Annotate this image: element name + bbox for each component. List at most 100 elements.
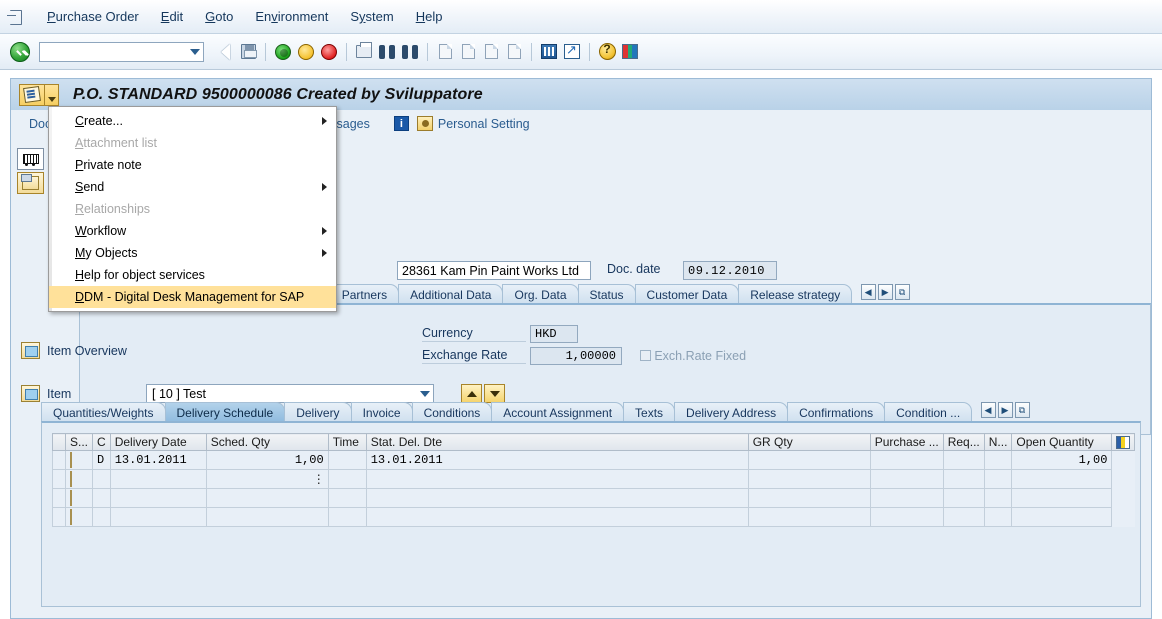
tab-delivery-schedule[interactable]: Delivery Schedule <box>164 402 286 422</box>
table-row[interactable]: D 13.01.2011 1,00 13.01.2011 1,00 <box>52 450 1135 470</box>
currency-field[interactable]: HKD <box>530 325 578 343</box>
cell-delivery-date[interactable]: 13.01.2011 <box>109 450 207 470</box>
next-item-button[interactable] <box>484 384 505 403</box>
item-detail-icon[interactable] <box>21 385 40 402</box>
exchange-rate-field[interactable]: 1,00000 <box>530 347 622 365</box>
cell-time[interactable] <box>327 469 367 489</box>
cell-gr-qty[interactable] <box>747 488 871 508</box>
tab-delivery-address[interactable]: Delivery Address <box>674 402 789 422</box>
help-icon[interactable] <box>596 41 618 63</box>
context-menu-item-create[interactable]: Create... <box>49 110 336 132</box>
row-status-flag[interactable] <box>64 507 94 527</box>
cell-purchase[interactable] <box>869 469 944 489</box>
generic-object-services-icon[interactable] <box>19 83 45 106</box>
next-page-icon[interactable] <box>480 41 502 63</box>
item-tab-scroll-left-icon[interactable]: ◀ <box>980 402 996 418</box>
tab-list-icon[interactable]: ⧉ <box>894 284 910 300</box>
cancel-icon[interactable] <box>295 41 317 63</box>
item-tab-scroll-right-icon[interactable]: ▶ <box>997 402 1013 418</box>
tab-release-strategy[interactable]: Release strategy <box>738 284 853 304</box>
tab-confirmations[interactable]: Confirmations <box>787 402 886 422</box>
cell-sched-qty[interactable] <box>205 488 329 508</box>
context-menu-item-workflow[interactable]: Workflow <box>49 220 336 242</box>
tab-scroll-left-icon[interactable]: ◀ <box>860 284 876 300</box>
print-icon[interactable] <box>353 41 375 63</box>
cell-c[interactable] <box>92 469 111 489</box>
context-menu-item-private-note[interactable]: Private note <box>49 154 336 176</box>
previous-item-button[interactable] <box>461 384 482 403</box>
cell-stat-del-dte[interactable] <box>365 488 749 508</box>
tab-additional-data[interactable]: Additional Data <box>398 284 504 304</box>
col-stat-del-dte[interactable]: Stat. Del. Dte <box>365 433 749 451</box>
cell-sched-qty[interactable]: 1,00 <box>205 450 329 470</box>
cell-req[interactable] <box>942 507 985 527</box>
tab-delivery[interactable]: Delivery <box>284 402 352 422</box>
purchase-order-cart-icon[interactable] <box>17 148 44 170</box>
personal-setting-button[interactable]: Personal Setting <box>438 117 530 131</box>
cell-gr-qty[interactable] <box>747 469 871 489</box>
table-row[interactable] <box>52 507 1135 527</box>
find-next-icon[interactable] <box>399 41 421 63</box>
col-gr-qty[interactable]: GR Qty <box>747 433 871 451</box>
item-tab-list-icon[interactable]: ⧉ <box>1014 402 1030 418</box>
cell-open-quantity[interactable]: 1,00 <box>1011 450 1113 470</box>
context-menu-item-help-for-object-services[interactable]: Help for object services <box>49 264 336 286</box>
col-time[interactable]: Time <box>327 433 367 451</box>
tab-invoice[interactable]: Invoice <box>350 402 413 422</box>
col-delivery-date[interactable]: Delivery Date <box>109 433 207 451</box>
cell-gr-qty[interactable] <box>747 450 871 470</box>
row-selector[interactable] <box>52 488 66 508</box>
tab-conditions[interactable]: Conditions <box>411 402 493 422</box>
row-selector[interactable] <box>52 469 66 489</box>
create-session-icon[interactable] <box>538 41 560 63</box>
cell-time[interactable] <box>327 507 367 527</box>
cell-c[interactable] <box>92 488 111 508</box>
cell-open-quantity[interactable] <box>1011 488 1113 508</box>
exch-rate-fixed-checkbox[interactable] <box>640 350 651 361</box>
cell-open-quantity[interactable] <box>1011 469 1113 489</box>
context-menu-item-send[interactable]: Send <box>49 176 336 198</box>
col-s[interactable]: S... <box>64 433 94 451</box>
context-menu-item-my-objects[interactable]: My Objects <box>49 242 336 264</box>
row-selector[interactable] <box>52 450 66 470</box>
item-overview-row[interactable]: Item Overview <box>21 342 127 359</box>
col-n[interactable]: N... <box>983 433 1013 451</box>
find-icon[interactable] <box>376 41 398 63</box>
previous-page-icon[interactable] <box>457 41 479 63</box>
row-select-header[interactable] <box>52 433 66 451</box>
column-settings-icon[interactable] <box>1111 433 1136 451</box>
tab-partners[interactable]: Partners <box>329 284 400 304</box>
menu-help[interactable]: Help <box>405 7 454 26</box>
tab-customer-data[interactable]: Customer Data <box>634 284 740 304</box>
item-select[interactable]: [ 10 ] Test <box>146 384 434 403</box>
row-status-flag[interactable] <box>64 488 94 508</box>
col-c[interactable]: C <box>92 433 111 451</box>
cell-delivery-date[interactable] <box>109 469 207 489</box>
cell-sched-qty[interactable] <box>205 507 329 527</box>
cell-time[interactable] <box>327 488 367 508</box>
tab-scroll-right-icon[interactable]: ▶ <box>877 284 893 300</box>
col-sched-qty[interactable]: Sched. Qty <box>205 433 329 451</box>
back-icon[interactable] <box>214 41 236 63</box>
tab-account-assignment[interactable]: Account Assignment <box>491 402 625 422</box>
cell-n[interactable] <box>983 507 1013 527</box>
command-field[interactable] <box>39 41 204 62</box>
tab-condition-more[interactable]: Condition ... <box>884 402 973 422</box>
menu-system[interactable]: System <box>339 7 404 26</box>
header-detail-icon[interactable] <box>17 172 44 194</box>
menu-environment[interactable]: Environment <box>244 7 339 26</box>
stop-icon[interactable] <box>318 41 340 63</box>
col-open-quantity[interactable]: Open Quantity <box>1011 433 1113 451</box>
table-row[interactable]: ⋮ <box>52 469 1135 489</box>
exit-icon[interactable] <box>272 41 294 63</box>
cell-delivery-date[interactable] <box>109 488 207 508</box>
menu-purchase-order[interactable]: PPurchase Orderurchase Order <box>36 7 150 26</box>
tab-texts[interactable]: Texts <box>623 402 676 422</box>
cell-time[interactable] <box>327 450 367 470</box>
exch-rate-fixed-checkbox-group[interactable]: Exch.Rate Fixed <box>640 349 746 363</box>
row-status-flag[interactable] <box>64 450 94 470</box>
cell-stat-del-dte[interactable] <box>365 469 749 489</box>
chevron-down-icon[interactable] <box>420 390 430 397</box>
save-icon[interactable] <box>237 41 259 63</box>
cell-purchase[interactable] <box>869 488 944 508</box>
